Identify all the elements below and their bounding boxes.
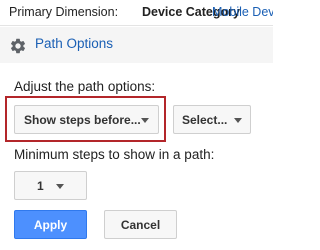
dimension-bar: Primary Dimension: Device Category Mobil…: [0, 0, 273, 26]
section-title: Path Options: [35, 36, 114, 51]
apply-button[interactable]: Apply: [14, 210, 87, 239]
gear-icon: [10, 38, 26, 54]
min-steps-label: Minimum steps to show in a path:: [14, 147, 215, 162]
select-dropdown-value: Select...: [182, 112, 228, 127]
select-dropdown[interactable]: Select...: [173, 105, 251, 134]
min-steps-value: 1: [37, 178, 44, 193]
chevron-down-icon: [234, 118, 242, 123]
primary-dimension-label: Primary Dimension:: [9, 5, 119, 19]
dimension-mobile-link[interactable]: Mobile Dev: [212, 5, 273, 19]
steps-dropdown[interactable]: Show steps before...: [14, 105, 159, 134]
chevron-down-icon: [141, 118, 149, 123]
chevron-down-icon: [56, 184, 64, 189]
min-steps-dropdown[interactable]: 1: [14, 171, 87, 200]
path-options-header: Path Options: [0, 27, 273, 63]
adjust-path-label: Adjust the path options:: [14, 79, 156, 94]
steps-dropdown-value: Show steps before...: [24, 112, 141, 127]
cancel-button[interactable]: Cancel: [104, 210, 177, 239]
